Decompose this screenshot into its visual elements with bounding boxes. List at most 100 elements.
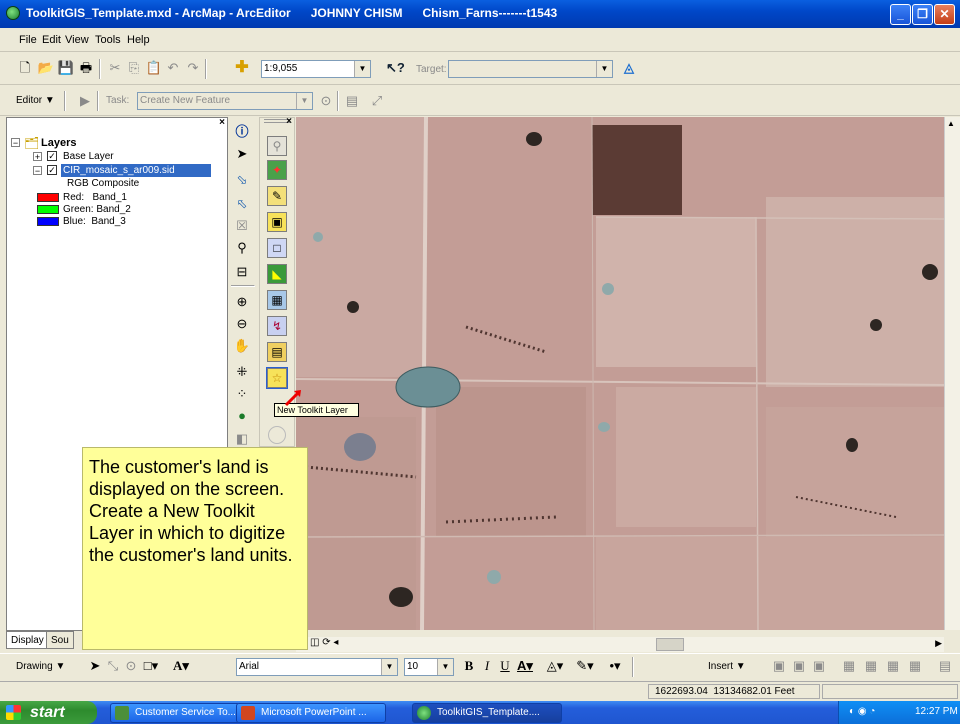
drawing-options-icon[interactable]: ▤ [936, 657, 954, 675]
bold-icon[interactable]: B [460, 657, 478, 675]
task-combo[interactable]: Create New Feature ▼ [137, 92, 313, 110]
collapse-icon[interactable]: − [33, 166, 42, 176]
map-horizontal-scrollbar[interactable]: ▶ [296, 637, 944, 652]
select-elements-icon[interactable]: ➤ [86, 657, 104, 675]
chevron-down-icon[interactable]: ▼ [381, 659, 397, 675]
open-folder-icon[interactable]: 📂 [37, 59, 55, 77]
edit-tool-icon[interactable]: ▶ [76, 92, 94, 110]
scroll-up-icon[interactable]: ▲ [947, 119, 955, 128]
zoom-whole-page-icon[interactable]: ⊙ [122, 657, 140, 675]
minimize-button[interactable]: _ [890, 4, 911, 25]
chevron-down-icon[interactable]: ▼ [596, 61, 612, 77]
group-icon[interactable]: ▣ [770, 657, 788, 675]
menu-edit[interactable]: Edit [39, 32, 64, 48]
toolkit-report-icon[interactable]: ▤ [267, 342, 287, 362]
toolkit-square-icon[interactable]: □ [267, 238, 287, 258]
zoom-out-icon[interactable]: ⊖ [233, 315, 251, 333]
toolkit-zoom-icon[interactable]: ⚲ [267, 136, 287, 156]
toolkit-map-icon[interactable]: ✦ [267, 160, 287, 180]
text-icon[interactable]: A▾ [172, 657, 190, 675]
sketch-properties-icon[interactable]: ⤢ [368, 92, 386, 110]
paste-icon[interactable]: 📋 [145, 59, 163, 77]
select-by-graphics-icon[interactable]: ⬁ [233, 195, 251, 213]
ungroup-icon[interactable]: ▣ [790, 657, 808, 675]
taskbar-item-customer-service[interactable]: Customer Service To... [110, 703, 240, 723]
measure-icon[interactable]: ⊟ [233, 263, 251, 281]
chevron-down-icon[interactable]: ▼ [354, 61, 370, 77]
toolkit-circle-icon[interactable] [268, 426, 286, 444]
tab-source[interactable]: Sou [46, 631, 74, 649]
tab-display[interactable]: Display [6, 631, 49, 649]
underline-icon[interactable]: U [496, 657, 514, 675]
close-icon[interactable]: × [286, 116, 292, 127]
toolkit-line-icon[interactable]: ↯ [267, 316, 287, 336]
whats-this-help-icon[interactable]: ↖? [386, 59, 405, 77]
toc-layer-cir[interactable]: − ✓ CIR_mosaic_s_ar009.sid [33, 164, 223, 177]
new-toolkit-layer-star-icon[interactable]: ☆ [266, 367, 288, 389]
select-features-icon[interactable]: ⬂ [233, 171, 251, 189]
redo-icon[interactable]: ↷ [184, 59, 202, 77]
fill-color-icon[interactable]: ◬▾ [546, 657, 564, 675]
editor-menu-button[interactable]: Editor ▼ [16, 95, 55, 106]
pan-hand-icon[interactable]: ✋ [233, 337, 251, 355]
fixed-zoom-in-icon[interactable]: ⁜ [233, 363, 251, 381]
rectangle-icon[interactable]: □▾ [142, 657, 160, 675]
insert-menu-button[interactable]: Insert ▼ [708, 661, 746, 672]
chevron-down-icon[interactable]: ▼ [296, 93, 312, 109]
scroll-right-icon[interactable]: ▶ [935, 638, 942, 649]
toolkit-grid-icon[interactable]: ▦ [267, 290, 287, 310]
start-button[interactable]: start [0, 701, 97, 724]
zoom-in-icon[interactable]: ⊕ [233, 293, 251, 311]
fixed-zoom-out-icon[interactable]: ⁘ [233, 385, 251, 403]
taskbar-item-powerpoint[interactable]: Microsoft PowerPoint ... [236, 703, 386, 723]
full-extent-globe-icon[interactable]: ● [233, 407, 251, 425]
editor-toolbar-icon[interactable]: ◬ [620, 59, 638, 77]
align-icon[interactable]: ▦ [840, 657, 858, 675]
target-combo[interactable]: ▼ [448, 60, 613, 78]
font-color-icon[interactable]: A▾ [516, 657, 534, 675]
rotate-icon[interactable]: ⤡ [104, 657, 122, 675]
line-color-icon[interactable]: ✎▾ [576, 657, 594, 675]
map-scale-combo[interactable]: 1:9,055 ▼ [261, 60, 371, 78]
layer-visibility-checkbox[interactable]: ✓ [47, 165, 57, 175]
close-icon[interactable]: × [219, 117, 225, 128]
italic-icon[interactable]: I [478, 657, 496, 675]
order-icon[interactable]: ▣ [810, 657, 828, 675]
marker-color-icon[interactable]: •▾ [606, 657, 624, 675]
scroll-thumb[interactable] [656, 638, 684, 651]
toolkit-layer-icon[interactable]: ▣ [267, 212, 287, 232]
map-display[interactable] [296, 117, 944, 630]
distribute-icon[interactable]: ▦ [862, 657, 880, 675]
undo-icon[interactable]: ↶ [164, 59, 182, 77]
copy-icon[interactable]: ⎘ [125, 59, 143, 77]
add-data-icon[interactable]: ✚ [233, 59, 251, 77]
save-icon[interactable]: 💾 [57, 59, 75, 77]
tray-icons[interactable]: ◐ ◉ ◔ [849, 706, 875, 717]
nudge-icon[interactable]: ▦ [884, 657, 902, 675]
clear-selection-icon[interactable]: ☒ [233, 217, 251, 235]
sketch-tool-icon[interactable]: ⊙ [317, 92, 335, 110]
cut-icon[interactable]: ✂ [106, 59, 124, 77]
chevron-down-icon[interactable]: ▼ [437, 659, 453, 675]
layout-view-icons[interactable]: ◫ ⟳ ◂ [310, 637, 338, 648]
font-size-combo[interactable]: 10 ▼ [404, 658, 454, 676]
toc-layer-base[interactable]: + ✓ Base Layer [33, 150, 223, 163]
collapse-icon[interactable]: − [11, 138, 20, 148]
toolkit-polygon-icon[interactable]: ◣ [267, 264, 287, 284]
select-elements-icon[interactable]: ➤ [233, 145, 251, 163]
print-icon[interactable]: 🖶 [77, 59, 95, 77]
expand-icon[interactable]: + [33, 152, 42, 162]
identify-icon[interactable]: ⓘ [233, 123, 251, 141]
menu-view[interactable]: View [62, 32, 92, 48]
close-button[interactable]: ✕ [934, 4, 955, 25]
layer-visibility-checkbox[interactable]: ✓ [47, 151, 57, 161]
restore-button[interactable]: ❐ [912, 4, 933, 25]
find-binoculars-icon[interactable]: ⚲ [233, 239, 251, 257]
font-name-combo[interactable]: Arial ▼ [236, 658, 398, 676]
menu-tools[interactable]: Tools [92, 32, 124, 48]
previous-extent-icon[interactable]: ◧ [233, 430, 251, 448]
drawing-menu-button[interactable]: Drawing ▼ [16, 661, 65, 672]
taskbar-item-arcmap[interactable]: ToolkitGIS_Template.... [412, 703, 562, 723]
menu-help[interactable]: Help [124, 32, 153, 48]
new-document-icon[interactable]: 🗋 [16, 59, 34, 77]
